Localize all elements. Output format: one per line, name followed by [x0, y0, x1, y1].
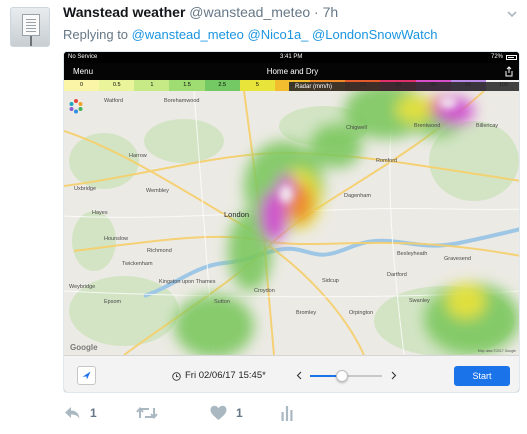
map-place-label: Bexleyheath: [397, 251, 427, 257]
playback-bar: Fri 02/06/17 15:45* Start: [64, 355, 519, 392]
map-place-label: Richmond: [147, 248, 172, 254]
app-nav-bar: Menu Home and Dry: [64, 63, 519, 80]
map-place-label: Swanley: [409, 298, 430, 304]
tweet-header: Wanstead weather @wanstead_meteo · 7h: [63, 4, 338, 20]
mention-link[interactable]: @LondonSnowWatch: [312, 27, 437, 42]
legend-step: 2.5: [204, 80, 240, 91]
google-watermark: Google: [70, 343, 98, 352]
map-place-label: Wembley: [146, 188, 169, 194]
map-place-label: Romford: [376, 158, 397, 164]
like-count: 1: [236, 406, 243, 420]
map-place-label: Sidcup: [322, 278, 339, 284]
author-name[interactable]: Wanstead weather: [63, 4, 185, 20]
tweet-card: Wanstead weather @wanstead_meteo · 7h Re…: [0, 0, 527, 434]
chevron-left-icon[interactable]: [296, 371, 302, 380]
retweet-icon: [136, 406, 158, 420]
legend-step: 1: [134, 80, 170, 91]
separator: ·: [314, 4, 319, 20]
map-place-label: Uxbridge: [74, 186, 96, 192]
map-place-label: Dartford: [387, 272, 407, 278]
forecast-datetime[interactable]: Fri 02/06/17 15:45*: [185, 370, 266, 381]
heart-icon: [210, 405, 227, 420]
clock-icon: [172, 372, 181, 381]
replying-label: Replying to: [63, 27, 129, 42]
like-action[interactable]: 1: [210, 401, 243, 425]
map-place-label: London: [224, 210, 249, 219]
time-slider[interactable]: [310, 370, 382, 382]
locate-me-button[interactable]: [77, 366, 96, 385]
weather-station-icon: [22, 14, 40, 36]
analytics-action[interactable]: [281, 401, 293, 425]
map-place-label: Twickenham: [122, 261, 153, 267]
map-place-label: Sutton: [214, 299, 230, 305]
map-place-label: Gravesend: [444, 256, 471, 262]
map-attribution[interactable]: Map data ©2017 Google: [478, 349, 516, 353]
radar-map[interactable]: Potters BarCockfostersEnfieldWatfordBore…: [64, 91, 520, 355]
clock-time: 3:41 PM: [280, 54, 303, 60]
share-icon[interactable]: [504, 66, 514, 77]
tweet-time[interactable]: 7h: [323, 4, 339, 20]
reply-count: 1: [90, 406, 97, 420]
map-place-label: Billericay: [476, 123, 498, 129]
location-arrow-icon: [82, 371, 91, 380]
map-place-label: Watford: [104, 98, 123, 104]
start-button[interactable]: Start: [454, 366, 510, 386]
map-place-label: Orpington: [349, 310, 373, 316]
legend-step: 5: [239, 80, 275, 91]
map-place-label: Hayes: [92, 210, 108, 216]
tweet-actions: 1 1: [63, 401, 503, 425]
chevron-down-icon[interactable]: [505, 7, 519, 21]
battery-icon: [506, 55, 517, 60]
map-place-label: Harrow: [129, 153, 147, 159]
map-place-label: Brentwood: [414, 123, 440, 129]
map-place-label: Bromley: [296, 310, 316, 316]
attached-screenshot[interactable]: No Service 3:41 PM 72% Menu Home and Dry…: [63, 51, 520, 393]
author-avatar[interactable]: [10, 7, 50, 47]
map-place-label: Dagenham: [344, 193, 371, 199]
legend-step: 0.5: [99, 80, 135, 91]
map-place-label: Epsom: [104, 299, 122, 305]
reply-action[interactable]: 1: [63, 401, 97, 425]
reply-icon: [65, 407, 80, 419]
author-handle[interactable]: @wanstead_meteo: [189, 4, 310, 20]
map-place-label: Chigwell: [346, 125, 367, 131]
map-place-label: Borehamwood: [164, 98, 199, 104]
ios-status-bar: No Service 3:41 PM 72%: [64, 52, 519, 63]
battery-percent: 72%: [490, 54, 503, 60]
map-place-label: Hounslow: [104, 236, 128, 242]
slider-thumb[interactable]: [336, 370, 349, 382]
mention-link[interactable]: @wanstead_meteo: [132, 27, 244, 42]
retweet-action[interactable]: [136, 401, 167, 425]
legend-step: 1.5: [169, 80, 205, 91]
map-place-label: Croydon: [254, 288, 275, 294]
replying-to: Replying to @wanstead_meteo @Nico1a_ @Lo…: [63, 27, 438, 42]
mention-link[interactable]: @Nico1a_: [248, 27, 309, 42]
carrier: No Service: [68, 54, 98, 60]
map-place-label: Kingston upon Thames: [159, 279, 216, 285]
app-title: Home and Dry: [266, 67, 319, 76]
legend-step: 0: [64, 80, 100, 91]
chevron-right-icon[interactable]: [391, 371, 397, 380]
analytics-icon: [281, 406, 293, 421]
map-place-label: Weybridge: [69, 284, 95, 290]
